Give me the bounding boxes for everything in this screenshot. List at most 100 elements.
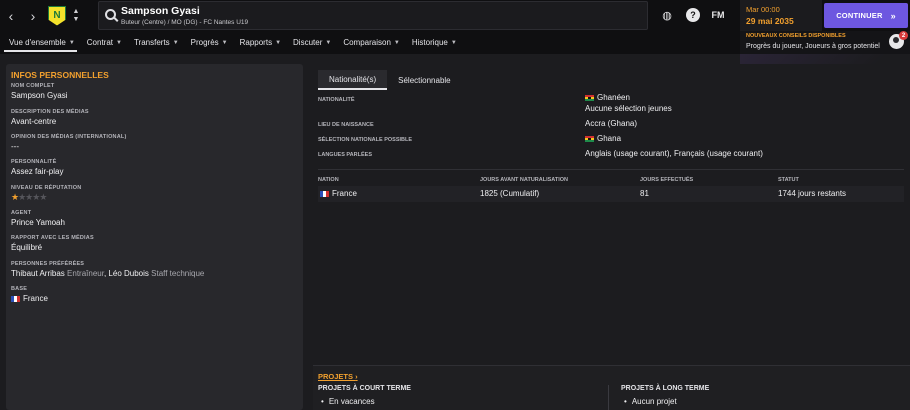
reputation-stars: ★★★★★ xyxy=(11,192,81,203)
star-empty-icon: ★ xyxy=(39,192,47,202)
personality-field: PERSONNALITÉ Assez fair-play xyxy=(11,159,64,176)
media-description-value: Avant-centre xyxy=(11,117,57,126)
full-name-field: NOM COMPLET Sampson Gyasi xyxy=(11,83,68,100)
divider xyxy=(608,385,609,410)
chevron-down-icon: ▼ xyxy=(450,39,457,46)
fm-menu-icon[interactable]: FM xyxy=(709,8,727,22)
continue-label: CONTINUER xyxy=(836,11,883,20)
long-term-title: PROJETS À LONG TERME xyxy=(621,385,710,392)
col-header-nation[interactable]: NATION xyxy=(318,177,339,183)
possible-selection-value: Ghana xyxy=(585,134,621,143)
favoured-person-name[interactable]: Thibaut Arribas xyxy=(11,269,65,278)
tab-nationalities[interactable]: Nationalité(s) xyxy=(318,70,388,90)
continue-button[interactable]: CONTINUER » xyxy=(824,3,908,28)
double-chevron-right-icon: » xyxy=(890,10,896,21)
short-term-item: En vacances xyxy=(321,397,375,406)
globe-icon[interactable]: ◍ xyxy=(660,8,674,22)
chevron-down-icon: ▼ xyxy=(172,39,179,46)
panel-title: INFOS PERSONNELLES xyxy=(11,70,109,80)
nav-contract[interactable]: Contrat ▼ xyxy=(81,31,128,54)
nav-transfers[interactable]: Transferts ▼ xyxy=(128,31,185,54)
chevron-down-icon: ▼ xyxy=(393,39,400,46)
chevron-up-icon[interactable]: ▲ xyxy=(73,8,80,16)
favoured-person-role: Staff technique xyxy=(151,269,205,278)
player-position-club[interactable]: Buteur (Centre) / MO (DG) - FC Nantes U1… xyxy=(121,19,248,26)
favoured-people-value: Thibaut Arribas Entraîneur, Léo Dubois S… xyxy=(11,269,205,278)
current-time: Mar 00:00 xyxy=(746,5,780,14)
player-nav-menu: Vue d'ensemble ▼ Contrat ▼ Transferts ▼ Pro… xyxy=(0,31,740,54)
nationality-panel: Nationalité(s) Sélectionnable NATIONALIT… xyxy=(313,64,910,410)
media-relation-value: Équilibré xyxy=(11,243,43,252)
favoured-people-field: PERSONNES PRÉFÉRÉES Thibaut Arribas Entr… xyxy=(11,261,205,278)
date-box[interactable]: Mar 00:00 29 mai 2035 xyxy=(740,0,822,31)
base-value: France xyxy=(11,294,48,303)
possible-selection-label: SÉLECTION NATIONALE POSSIBLE xyxy=(318,137,413,143)
chevron-down-icon[interactable]: ▼ xyxy=(73,16,80,24)
club-badge-icon[interactable]: N xyxy=(48,5,66,26)
media-opinion-value: --- xyxy=(11,142,19,151)
base-field: BASE France xyxy=(11,286,48,303)
cell-nation: France xyxy=(320,189,357,198)
chevron-down-icon: ▼ xyxy=(116,39,122,46)
nav-progress[interactable]: Progrès ▼ xyxy=(185,31,234,54)
advice-title: NOUVEAUX CONSEILS DISPONIBLES xyxy=(746,33,846,39)
player-name: Sampson Gyasi xyxy=(121,5,200,17)
projects-section: PROJETS › PROJETS À COURT TERME En vacan… xyxy=(313,365,910,410)
nationality-value: Ghanéen xyxy=(585,93,630,102)
col-header-days-done[interactable]: JOURS EFFECTUÉS xyxy=(640,177,693,183)
personality-value[interactable]: Assez fair-play xyxy=(11,167,63,176)
media-description-field: DESCRIPTION DES MÉDIAS Avant-centre xyxy=(11,109,89,126)
chevron-down-icon: ▼ xyxy=(275,39,282,46)
short-term-title: PROJETS À COURT TERME xyxy=(318,385,411,392)
cell-days-before: 1825 (Cumulatif) xyxy=(480,189,540,198)
long-term-item: Aucun projet xyxy=(624,397,677,406)
chevron-right-icon: › xyxy=(355,372,358,381)
media-relation-field: RAPPORT AVEC LES MÉDIAS Équilibré xyxy=(11,235,94,252)
france-flag-icon xyxy=(11,295,20,302)
nav-overview[interactable]: Vue d'ensemble ▼ xyxy=(0,31,81,54)
languages-label: LANGUES PARLÉES xyxy=(318,152,372,158)
player-header-search[interactable]: Sampson Gyasi Buteur (Centre) / MO (DG) … xyxy=(98,1,648,30)
advice-count-badge: 2 xyxy=(899,31,908,40)
ghana-flag-icon xyxy=(585,94,594,101)
cell-status: 1744 jours restants xyxy=(778,189,847,198)
nav-comparison[interactable]: Comparaison ▼ xyxy=(337,31,406,54)
france-flag-icon xyxy=(320,190,329,197)
youth-selection-value: Aucune sélection jeunes xyxy=(585,104,672,113)
help-icon[interactable]: ? xyxy=(686,8,700,22)
divider xyxy=(318,169,904,170)
favoured-person-name[interactable]: Léo Dubois xyxy=(108,269,148,278)
ghana-flag-icon xyxy=(585,135,594,142)
nav-discuss[interactable]: Discuter ▼ xyxy=(287,31,337,54)
full-name-value: Sampson Gyasi xyxy=(11,91,68,100)
chevron-down-icon: ▼ xyxy=(325,39,332,46)
advice-text: Progrès du joueur, Joueurs à gros potent… xyxy=(746,43,880,50)
tab-eligible[interactable]: Sélectionnable xyxy=(387,70,461,90)
col-header-status[interactable]: STATUT xyxy=(778,177,799,183)
nav-history[interactable]: Historique ▼ xyxy=(406,31,463,54)
reputation-field: NIVEAU DE RÉPUTATION ★★★★★ xyxy=(11,185,82,203)
col-header-days-before[interactable]: JOURS AVANT NATURALISATION xyxy=(480,177,568,183)
player-switch-arrows[interactable]: ▲ ▼ xyxy=(70,8,82,24)
nationality-tabs: Nationalité(s) Sélectionnable xyxy=(318,70,462,90)
search-icon[interactable] xyxy=(105,9,116,20)
chevron-down-icon: ▼ xyxy=(68,39,75,46)
projects-title-link[interactable]: PROJETS › xyxy=(318,372,358,381)
forward-icon[interactable]: › xyxy=(22,0,44,31)
birthplace-value[interactable]: Accra (Ghana) xyxy=(585,119,637,128)
favoured-person-role: Entraîneur xyxy=(67,269,104,278)
personal-info-panel: INFOS PERSONNELLES NOM COMPLET Sampson G… xyxy=(6,64,303,410)
table-row[interactable]: France 1825 (Cumulatif) 81 1744 jours re… xyxy=(318,186,904,202)
languages-value: Anglais (usage courant), Français (usage… xyxy=(585,149,763,158)
nationality-label: NATIONALITÉ xyxy=(318,97,355,103)
cell-days-done: 81 xyxy=(640,189,649,198)
agent-field: AGENT Prince Yamoah xyxy=(11,210,65,227)
advice-notification[interactable]: NOUVEAUX CONSEILS DISPONIBLES Progrès du… xyxy=(740,31,910,54)
back-icon[interactable]: ‹ xyxy=(0,0,22,31)
media-opinion-field: OPINION DES MÉDIAS (INTERNATIONAL) --- xyxy=(11,134,127,151)
chevron-down-icon: ▼ xyxy=(221,39,228,46)
birthplace-label: LIEU DE NAISSANCE xyxy=(318,122,374,128)
nav-reports[interactable]: Rapports ▼ xyxy=(234,31,287,54)
current-date: 29 mai 2035 xyxy=(746,16,794,26)
agent-value[interactable]: Prince Yamoah xyxy=(11,218,65,227)
